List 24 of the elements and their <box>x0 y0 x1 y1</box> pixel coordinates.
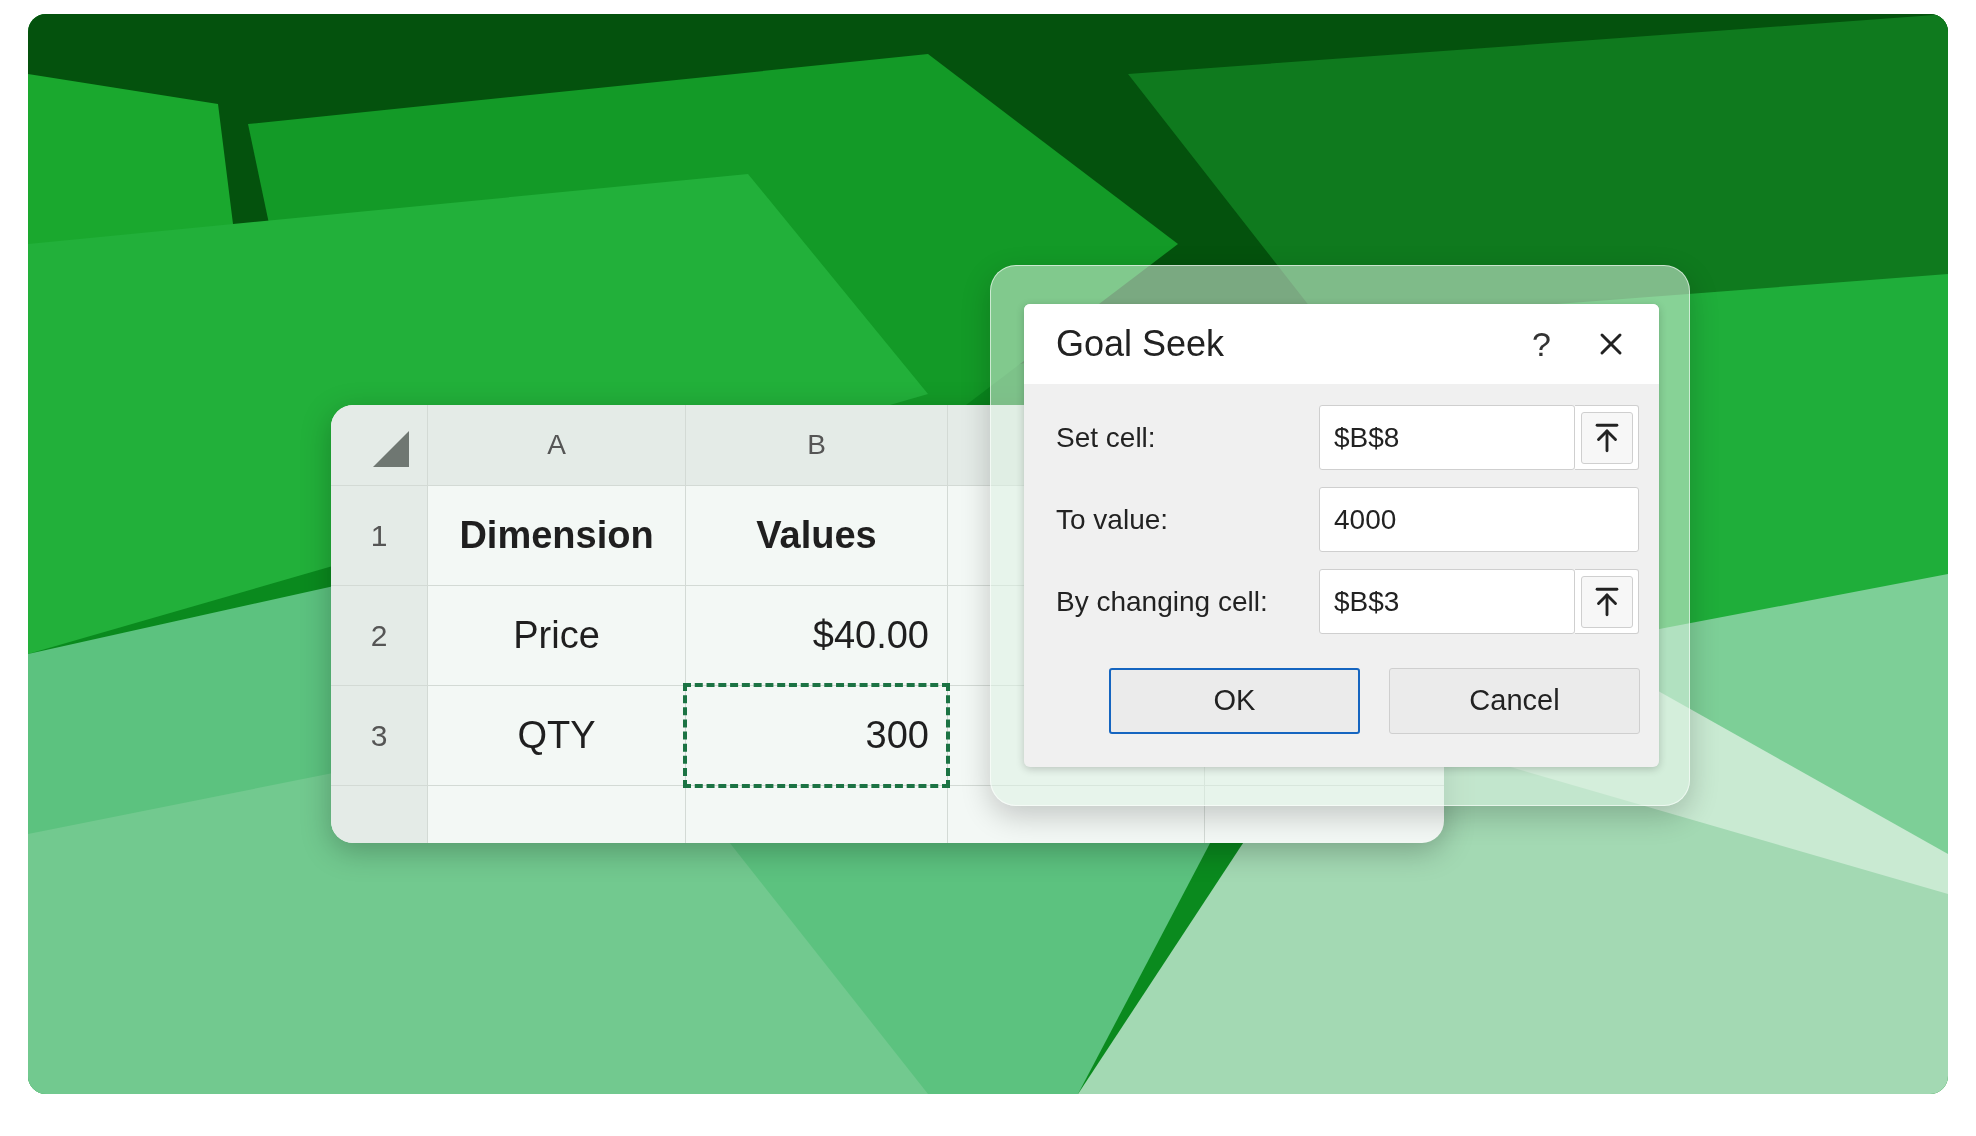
cell-text: 300 <box>865 713 929 758</box>
dialog-button[interactable]: OK <box>1109 668 1360 734</box>
dialog-button[interactable]: Cancel <box>1389 668 1640 734</box>
row-header[interactable]: 3 <box>370 713 388 758</box>
field-label: Set cell: <box>1056 420 1157 455</box>
input-field[interactable]: $B$3 <box>1319 569 1575 634</box>
row-header[interactable]: 1 <box>370 513 388 558</box>
input-field[interactable]: $B$8 <box>1319 405 1575 470</box>
row-header[interactable]: 2 <box>370 613 388 658</box>
column-header[interactable]: A <box>547 424 566 466</box>
field-label: To value: <box>1056 502 1170 537</box>
cell-text: Price <box>513 613 600 658</box>
field-label: By changing cell: <box>1056 584 1269 619</box>
input-field[interactable]: 4000 <box>1319 487 1639 552</box>
select-all-icon[interactable] <box>373 431 409 467</box>
range-picker-button[interactable] <box>1575 569 1639 634</box>
column-header[interactable]: B <box>807 424 826 466</box>
help-button[interactable]: ? <box>1532 318 1551 370</box>
range-picker-button[interactable] <box>1575 405 1639 470</box>
dialog-title: Goal Seek <box>1056 322 1226 366</box>
cell-text: $40.00 <box>812 613 929 658</box>
cell-text: Values <box>756 513 877 558</box>
cell-text: Dimension <box>459 513 654 558</box>
cell-text: QTY <box>517 713 596 758</box>
